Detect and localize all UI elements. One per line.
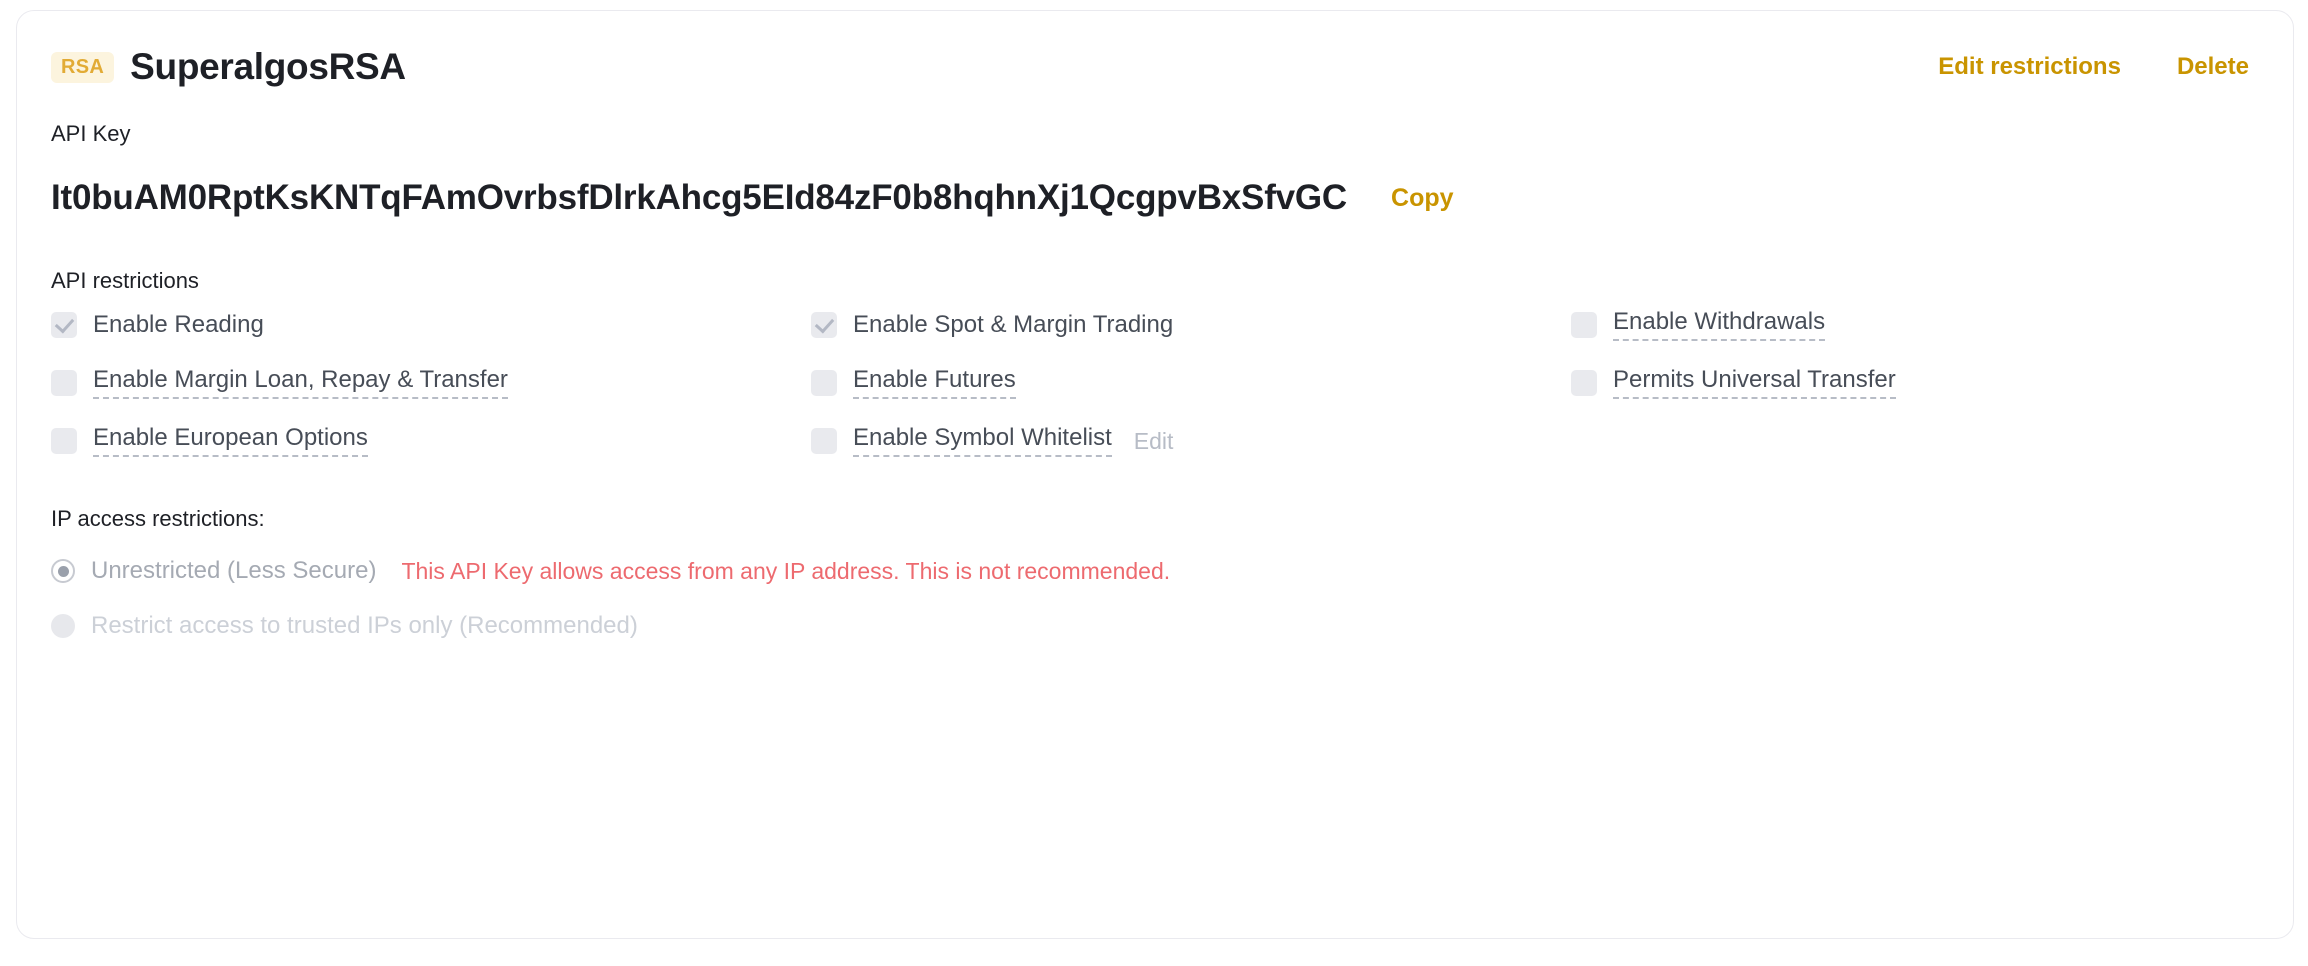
header-actions: Edit restrictions Delete xyxy=(1938,53,2249,81)
ip-warning-text: This API Key allows access from any IP a… xyxy=(401,557,1171,584)
delete-button[interactable]: Delete xyxy=(2177,53,2249,81)
permission-label: Enable Margin Loan, Repay & Transfer xyxy=(93,366,508,399)
api-key-row: It0buAM0RptKsKNTqFAmOvrbsfDlrkAhcg5EId84… xyxy=(51,178,2259,218)
api-key-label: API Key xyxy=(51,121,131,146)
permission-label: Enable Futures xyxy=(853,366,1016,399)
ip-access-restrictions-label: IP access restrictions: xyxy=(51,506,265,531)
edit-symbol-whitelist-button[interactable]: Edit xyxy=(1134,428,1174,455)
copy-api-key-button[interactable]: Copy xyxy=(1391,184,1454,213)
checkbox-unchecked-icon[interactable] xyxy=(51,370,77,396)
ip-option-restricted[interactable]: Restrict access to trusted IPs only (Rec… xyxy=(51,612,2259,640)
permission-label: Enable European Options xyxy=(93,424,368,457)
checkbox-unchecked-icon[interactable] xyxy=(51,428,77,454)
ip-option-label: Restrict access to trusted IPs only (Rec… xyxy=(91,612,638,639)
permission-permits-universal-transfer[interactable]: Permits Universal Transfer xyxy=(1571,365,2259,401)
checkbox-unchecked-icon[interactable] xyxy=(811,428,837,454)
permission-enable-symbol-whitelist[interactable]: Enable Symbol Whitelist Edit xyxy=(811,423,1571,459)
key-title-group: RSA SuperalgosRSA xyxy=(51,46,406,88)
permission-label: Enable Withdrawals xyxy=(1613,308,1826,341)
card-header: RSA SuperalgosRSA Edit restrictions Dele… xyxy=(17,11,2293,123)
permission-enable-margin-loan-repay-transfer[interactable]: Enable Margin Loan, Repay & Transfer xyxy=(51,365,811,401)
permission-label: Enable Reading xyxy=(93,310,264,338)
checkbox-checked-icon[interactable] xyxy=(51,312,77,338)
permission-enable-european-options[interactable]: Enable European Options xyxy=(51,423,811,459)
api-key-card: RSA SuperalgosRSA Edit restrictions Dele… xyxy=(16,10,2294,939)
permission-enable-withdrawals[interactable]: Enable Withdrawals xyxy=(1571,307,2259,343)
permission-enable-futures[interactable]: Enable Futures xyxy=(811,365,1571,401)
checkbox-unchecked-icon[interactable] xyxy=(1571,370,1597,396)
edit-restrictions-button[interactable]: Edit restrictions xyxy=(1938,53,2121,81)
permission-enable-reading[interactable]: Enable Reading xyxy=(51,307,811,343)
permission-label: Enable Spot & Margin Trading xyxy=(853,310,1174,338)
rsa-badge: RSA xyxy=(51,51,115,83)
permission-label: Enable Symbol Whitelist xyxy=(853,424,1112,457)
grid-spacer xyxy=(1571,423,2259,459)
permission-label: Permits Universal Transfer xyxy=(1613,366,1896,399)
checkbox-unchecked-icon[interactable] xyxy=(811,370,837,396)
ip-option-label: Unrestricted (Less Secure) xyxy=(91,557,377,584)
api-key-value: It0buAM0RptKsKNTqFAmOvrbsfDlrkAhcg5EId84… xyxy=(51,178,1348,217)
checkbox-unchecked-icon[interactable] xyxy=(1571,312,1597,338)
api-restrictions-label: API restrictions xyxy=(51,268,199,293)
ip-option-unrestricted[interactable]: Unrestricted (Less Secure) This API Key … xyxy=(51,557,2259,585)
permission-enable-spot-margin-trading[interactable]: Enable Spot & Margin Trading xyxy=(811,307,1571,343)
api-restrictions-grid: Enable Reading Enable Spot & Margin Trad… xyxy=(51,307,2259,459)
card-body: API Key It0buAM0RptKsKNTqFAmOvrbsfDlrkAh… xyxy=(51,123,2259,640)
api-key-name: SuperalgosRSA xyxy=(130,46,406,87)
radio-unselected-icon[interactable] xyxy=(51,614,75,638)
checkbox-checked-icon[interactable] xyxy=(811,312,837,338)
radio-selected-icon[interactable] xyxy=(51,559,75,583)
